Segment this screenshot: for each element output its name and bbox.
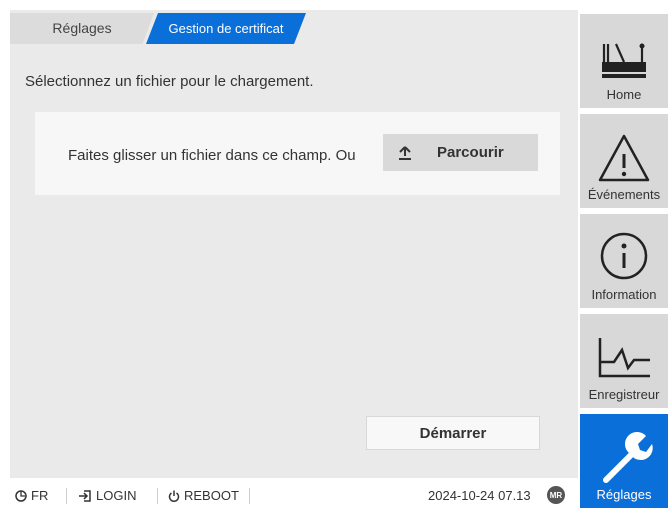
sidebar-item-reglages[interactable]: Réglages <box>580 414 668 508</box>
tab-gestion-certificat[interactable]: Gestion de certificat <box>146 13 306 44</box>
divider <box>157 488 158 504</box>
language-icon <box>15 489 27 502</box>
reboot-label: REBOOT <box>184 488 239 503</box>
login-label: LOGIN <box>96 488 137 503</box>
divider <box>249 488 250 504</box>
datetime: 2024-10-24 07.13 <box>428 488 531 503</box>
language-selector[interactable]: FR <box>15 488 48 503</box>
sidebar-label: Home <box>606 87 642 102</box>
browse-label: Parcourir <box>437 144 504 161</box>
sidebar-item-information[interactable]: Information <box>580 214 668 308</box>
dropzone-text: Faites glisser un fichier dans ce champ.… <box>68 147 356 164</box>
power-icon <box>168 490 180 502</box>
sidebar: Home Événements Information Enregistreur… <box>580 0 668 508</box>
sidebar-item-evenements[interactable]: Événements <box>580 114 668 208</box>
status-bar: FR LOGIN REBOOT 2024-10-24 07.13 MR <box>0 480 578 508</box>
divider <box>66 488 67 504</box>
start-button[interactable]: Démarrer <box>366 416 540 450</box>
login-button[interactable]: LOGIN <box>78 488 136 503</box>
upload-icon <box>395 143 415 163</box>
home-icon <box>594 26 654 91</box>
sidebar-item-enregistreur[interactable]: Enregistreur <box>580 314 668 408</box>
instruction-text: Sélectionnez un fichier pour le chargeme… <box>25 73 314 90</box>
recorder-icon <box>594 326 654 391</box>
browse-button[interactable]: Parcourir <box>383 134 538 171</box>
sidebar-label: Enregistreur <box>588 387 660 402</box>
info-icon <box>594 226 654 291</box>
sidebar-label: Information <box>591 287 657 302</box>
breadcrumb-tabs: Réglages Gestion de certificat <box>10 10 578 44</box>
mr-badge: MR <box>547 486 565 504</box>
sidebar-label: Réglages <box>596 487 652 502</box>
sidebar-label: Événements <box>587 187 661 202</box>
sidebar-item-home[interactable]: Home <box>580 14 668 108</box>
main-area: Réglages Gestion de certificat Sélection… <box>0 0 578 508</box>
warning-icon <box>594 126 654 191</box>
reboot-button[interactable]: REBOOT <box>168 488 239 503</box>
file-dropzone[interactable]: Faites glisser un fichier dans ce champ.… <box>35 112 560 195</box>
login-icon <box>78 489 92 502</box>
tab-reglages[interactable]: Réglages <box>10 13 154 44</box>
wrench-icon <box>594 426 654 491</box>
language-label: FR <box>31 488 49 503</box>
